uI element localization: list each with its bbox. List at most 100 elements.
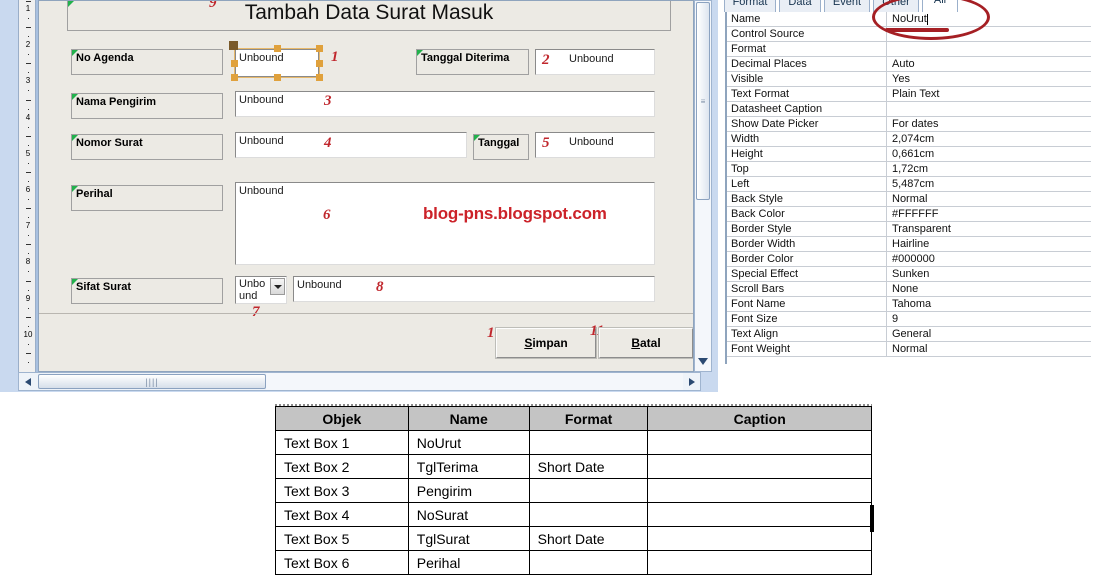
property-row[interactable]: Visible Yes [727, 72, 1091, 87]
property-row[interactable]: Border Color #000000 [727, 252, 1091, 267]
property-value[interactable]: Sunken [887, 267, 1091, 281]
annotation-2: 2 [542, 52, 550, 68]
scroll-down-arrow-icon[interactable] [698, 358, 708, 365]
property-sheet-rows[interactable]: Name NoUrut Control Source Format Decimal Pl… [725, 12, 1091, 364]
property-row[interactable]: Format [727, 42, 1091, 57]
property-value[interactable]: 0,661cm [887, 147, 1091, 161]
textbox-value: Unbound [297, 279, 342, 291]
table-cell: Pengirim [407, 478, 530, 503]
tab-event[interactable]: Event [824, 0, 870, 12]
textbox-pengirim[interactable]: Unbound [235, 91, 655, 117]
label-sifat-surat[interactable]: Sifat Surat [71, 278, 223, 304]
property-row[interactable]: Border Width Hairline [727, 237, 1091, 252]
property-row[interactable]: Scroll Bars None [727, 282, 1091, 297]
label-tanggal[interactable]: Tanggal [473, 134, 529, 160]
resize-handle-bc[interactable] [274, 74, 281, 81]
error-indicator-icon [417, 50, 423, 56]
property-row[interactable]: Special Effect Sunken [727, 267, 1091, 282]
property-row[interactable]: Decimal Places Auto [727, 57, 1091, 72]
ruler-minor-tick [28, 72, 29, 74]
textbox-nosurat[interactable]: Unbound [235, 132, 467, 158]
property-row[interactable]: Top 1,72cm [727, 162, 1091, 177]
ruler-half-tick [26, 316, 31, 318]
property-value[interactable]: None [887, 282, 1091, 296]
tab-data[interactable]: Data [779, 0, 821, 12]
property-value[interactable]: Normal [887, 342, 1091, 356]
scroll-right-arrow-icon[interactable] [683, 373, 700, 390]
combobox-value: Unbound [239, 278, 266, 302]
property-value[interactable]: #000000 [887, 252, 1091, 266]
property-name: Visible [727, 72, 887, 86]
form-hscroll-thumb[interactable]: |||| [38, 374, 266, 389]
form-vertical-scrollbar[interactable]: ≡ [694, 0, 712, 372]
tab-all[interactable]: All [922, 0, 958, 12]
cancel-button[interactable]: Batal [598, 327, 693, 359]
combobox-sifat-surat[interactable]: Unbound [235, 276, 287, 304]
resize-handle-ml[interactable] [231, 60, 238, 67]
property-value[interactable]: 5,487cm [887, 177, 1091, 191]
label-nomor-surat[interactable]: Nomor Surat [71, 134, 223, 160]
resize-handle-tc[interactable] [274, 45, 281, 52]
table-cell [647, 550, 872, 575]
form-design-canvas[interactable]: Tambah Data Surat Masuk No Agenda Unboun… [38, 0, 694, 372]
textbox-keterangan[interactable]: Unbound [293, 276, 655, 302]
property-value[interactable]: 9 [887, 312, 1091, 326]
property-value[interactable]: Yes [887, 72, 1091, 86]
scroll-left-arrow-icon[interactable] [19, 373, 36, 390]
save-button[interactable]: Simpan [495, 327, 597, 359]
property-row[interactable]: Text Align General [727, 327, 1091, 342]
property-row[interactable]: Text Format Plain Text [727, 87, 1091, 102]
property-value[interactable]: NoUrut [887, 12, 1091, 26]
property-row[interactable]: Width 2,074cm [727, 132, 1091, 147]
property-value[interactable]: Normal [887, 192, 1091, 206]
resize-handle-br[interactable] [316, 74, 323, 81]
tab-format[interactable]: Format [724, 0, 776, 12]
property-value[interactable]: #FFFFFF [887, 207, 1091, 221]
form-horizontal-scrollbar[interactable]: |||| [18, 372, 701, 391]
textbox-tglterima-value: Unbound [569, 53, 614, 65]
textbox-value[interactable]: Unbound [235, 49, 319, 77]
property-row[interactable]: Font Name Tahoma [727, 297, 1091, 312]
property-row[interactable]: Border Style Transparent [727, 222, 1091, 237]
property-value[interactable]: Auto [887, 57, 1091, 71]
move-handle[interactable] [229, 41, 238, 50]
property-row[interactable]: Back Color #FFFFFF [727, 207, 1091, 222]
property-value[interactable]: Hairline [887, 237, 1091, 251]
property-value[interactable]: 1,72cm [887, 162, 1091, 176]
resize-handle-mr[interactable] [316, 60, 323, 67]
property-row[interactable]: Datasheet Caption [727, 102, 1091, 117]
property-row[interactable]: Height 0,661cm [727, 147, 1091, 162]
property-value[interactable] [887, 102, 1091, 116]
tab-other[interactable]: Other [873, 0, 919, 12]
ruler-half-tick [26, 27, 31, 29]
label-no-agenda[interactable]: No Agenda [71, 49, 223, 75]
form-title-label[interactable]: Tambah Data Surat Masuk [67, 1, 671, 31]
property-value[interactable]: 2,074cm [887, 132, 1091, 146]
property-name: Special Effect [727, 267, 887, 281]
property-value[interactable]: General [887, 327, 1091, 341]
hscroll-track[interactable] [266, 373, 683, 390]
table-cell [647, 454, 872, 479]
label-perihal[interactable]: Perihal [71, 185, 223, 211]
property-value[interactable]: For dates [887, 117, 1091, 131]
chevron-down-icon[interactable] [270, 278, 285, 295]
property-value[interactable]: Plain Text [887, 87, 1091, 101]
textbox-nourut-selected[interactable]: Unbound [229, 41, 323, 81]
form-vscroll-thumb[interactable]: ≡ [696, 2, 710, 200]
property-name: Scroll Bars [727, 282, 887, 296]
property-row[interactable]: Font Weight Normal [727, 342, 1091, 357]
property-value[interactable]: Transparent [887, 222, 1091, 236]
property-row[interactable]: Name NoUrut [727, 12, 1091, 27]
property-value[interactable] [887, 42, 1091, 56]
property-row[interactable]: Show Date Picker For dates [727, 117, 1091, 132]
property-value[interactable]: Tahoma [887, 297, 1091, 311]
label-tanggal-diterima[interactable]: Tanggal Diterima [416, 49, 529, 75]
label-nama-pengirim[interactable]: Nama Pengirim [71, 93, 223, 119]
property-row[interactable]: Back Style Normal [727, 192, 1091, 207]
resize-handle-tr[interactable] [316, 45, 323, 52]
property-row[interactable]: Left 5,487cm [727, 177, 1091, 192]
resize-handle-bl[interactable] [231, 74, 238, 81]
summary-table-element: Objek Name Format Caption Text Box 1 NoUrut T… [275, 406, 872, 575]
property-row[interactable]: Font Size 9 [727, 312, 1091, 327]
property-name: Text Align [727, 327, 887, 341]
